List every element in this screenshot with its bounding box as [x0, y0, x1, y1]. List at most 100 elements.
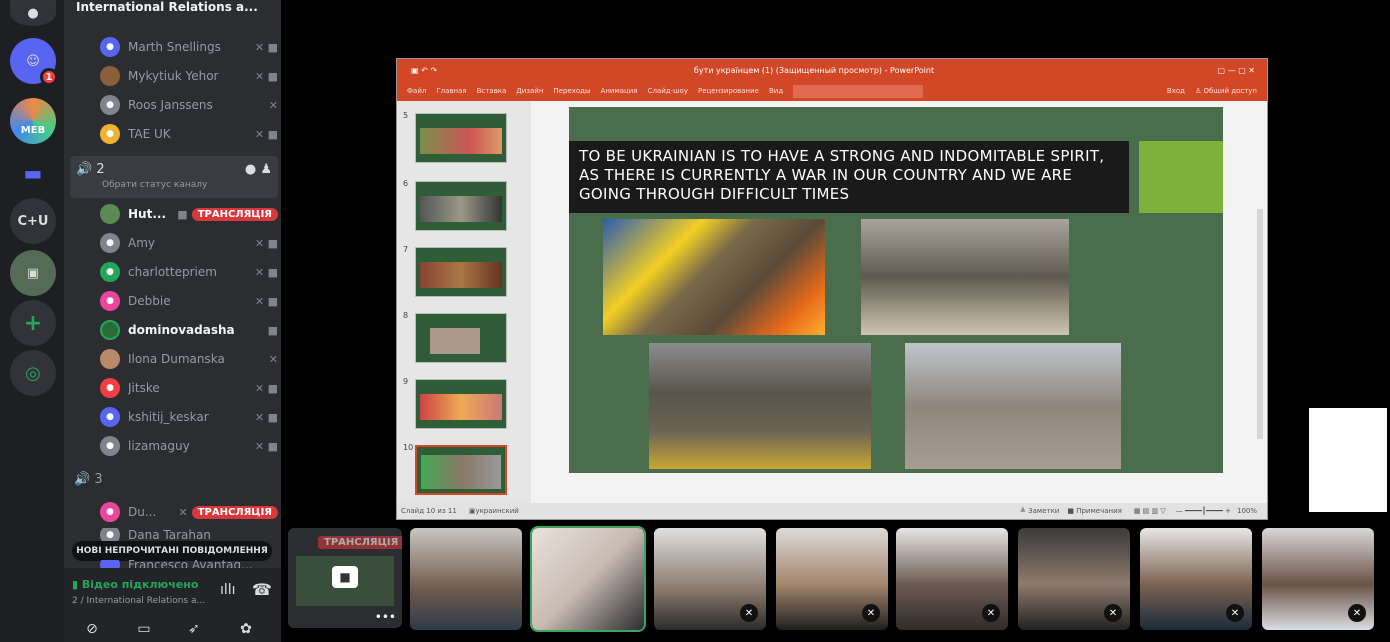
server-name[interactable]: International Relations a...	[64, 0, 281, 16]
voice-user[interactable]: dominovadasha ■	[100, 317, 278, 343]
video-tile[interactable]	[410, 528, 522, 630]
save-icon[interactable]: ▣ ↶ ↷	[411, 66, 471, 75]
mic-muted-icon: ✕	[178, 505, 188, 519]
screen-share-icon[interactable]: ▭	[124, 616, 164, 642]
voice-user[interactable]: ● Marth Snellings ✕ ■	[100, 34, 278, 60]
noise-suppression-icon[interactable]: ıllı	[220, 582, 236, 598]
view-buttons[interactable]: ▦ ▤ ▥ ▽	[1134, 507, 1166, 515]
user-name: Du...	[128, 505, 157, 519]
avatar: ●	[100, 502, 120, 522]
voice-channel-name[interactable]: 2 / International Relations a...	[72, 596, 205, 606]
explore-icon[interactable]: ◎	[10, 350, 56, 396]
voice-user[interactable]: ● Dana Tarahan	[100, 528, 278, 542]
login-link[interactable]: Вход	[1167, 87, 1185, 95]
avatar	[100, 320, 120, 340]
slide-thumbnail[interactable]	[415, 379, 507, 429]
server-avatar-icon[interactable]: ▣	[10, 250, 56, 296]
tell-me-input[interactable]	[793, 84, 924, 98]
voice-user[interactable]: ● Jitske ✕ ■	[100, 375, 278, 401]
unread-badge: 1	[40, 68, 58, 86]
discord-logo-icon[interactable]: ●	[10, 0, 56, 26]
more-options-icon[interactable]: •••	[375, 610, 396, 624]
voice-user[interactable]: ● kshitij_keskar ✕ ■	[100, 404, 278, 430]
video-tile[interactable]: ✕	[896, 528, 1008, 630]
user-name: Amy	[128, 236, 155, 250]
menu-design[interactable]: Дизайн	[516, 87, 543, 95]
share-button[interactable]: ♙ Общий доступ	[1195, 87, 1257, 95]
voice-user[interactable]: Mykytiuk Yehor ✕ ■	[100, 63, 278, 89]
voice-connection-panel: ▮ Відео підключено 2 / International Rel…	[64, 568, 281, 642]
channel-status-hint[interactable]: Обрати статус каналу	[102, 180, 207, 190]
menu-home[interactable]: Главная	[436, 87, 466, 95]
slide-thumbnail[interactable]	[415, 313, 507, 363]
voice-user[interactable]: ● TAE UK ✕ ■	[100, 121, 278, 147]
menu-view[interactable]: Вид	[769, 87, 783, 95]
user-name: TAE UK	[128, 127, 171, 141]
voice-user[interactable]: ● Du... ✕ ТРАНСЛЯЦІЯ	[100, 499, 278, 525]
slide-thumbnail[interactable]	[415, 113, 507, 163]
notes-button[interactable]: ≜ Заметки	[1020, 507, 1059, 515]
voice-user[interactable]: ● Debbie ✕ ■	[100, 288, 278, 314]
video-tile-speaking[interactable]	[530, 526, 646, 632]
current-slide: TO BE UKRAINIAN IS TO HAVE A STRONG AND …	[569, 107, 1223, 473]
camera-icon: ■	[267, 323, 278, 337]
disconnect-icon[interactable]: ☎	[252, 580, 272, 599]
user-name: Debbie	[128, 294, 171, 308]
menu-review[interactable]: Рецензирование	[698, 87, 759, 95]
chat-icon[interactable]: ● ♟	[245, 162, 272, 177]
voice-user[interactable]: Ilona Dumanska ✕	[100, 346, 278, 372]
spellcheck-icon[interactable]: ▣	[469, 507, 476, 515]
video-tile[interactable]: ✕	[654, 528, 766, 630]
avatar: ●	[100, 262, 120, 282]
menu-insert[interactable]: Вставка	[477, 87, 507, 95]
slide-thumbnail-selected[interactable]	[415, 445, 507, 495]
slide-scrollbar[interactable]	[1257, 209, 1263, 439]
voice-channel-2[interactable]: 🔊 2 ● ♟ Обрати статус каналу	[70, 156, 278, 198]
comments-button[interactable]: ■ Примечания	[1067, 507, 1121, 515]
slide-counter: Слайд 10 из 11	[401, 507, 457, 515]
menu-animations[interactable]: Анимация	[601, 87, 638, 95]
window-controls[interactable]: ▢ — ▢ ✕	[1157, 66, 1267, 75]
new-messages-banner[interactable]: НОВІ НЕПРОЧИТАНІ ПОВІДОМЛЕННЯ	[72, 541, 272, 561]
discord-avatar-icon[interactable]: ☺ 1	[10, 38, 58, 86]
avatar	[100, 204, 120, 224]
channel-title: 🔊 2 ● ♟	[76, 162, 280, 177]
stream-preview-tile[interactable]: ТРАНСЛЯЦІЯ ■ •••	[288, 528, 402, 628]
signal-icon: ▮	[72, 578, 82, 591]
folder-icon[interactable]: ▬	[10, 150, 56, 196]
video-tile[interactable]: ✕	[776, 528, 888, 630]
slide-image-tank	[861, 219, 1069, 335]
voice-user[interactable]: ● lizamaguy ✕ ■	[100, 433, 278, 459]
video-tile[interactable]: ✕	[1018, 528, 1130, 630]
video-tile[interactable]: ✕	[1140, 528, 1252, 630]
voice-user[interactable]: ● Roos Janssens ✕	[100, 92, 278, 118]
video-tile[interactable]: ✕	[1262, 528, 1374, 630]
notes-icon: ≜	[1020, 507, 1029, 515]
slide-thumbnails: 5 6 7 8 9 10	[397, 101, 531, 505]
slide-thumbnail[interactable]	[415, 247, 507, 297]
camera-off-icon[interactable]: ⊘	[72, 616, 112, 642]
discord-window: ● ☺ 1 MEB ▬ C+U ▣ + ◎ International Relat…	[0, 0, 1390, 642]
voice-user[interactable]: ● Amy ✕ ■	[100, 230, 278, 256]
voice-user[interactable]: Hut... ■ ТРАНСЛЯЦІЯ	[100, 201, 278, 227]
channel-name: 3	[94, 472, 103, 487]
slide-image-soldiers	[603, 219, 825, 335]
slide-thumbnail[interactable]	[415, 181, 507, 231]
voice-channel-3[interactable]: 🔊 3	[74, 472, 278, 487]
comments-label: Примечания	[1076, 507, 1122, 515]
slide-number: 5	[403, 111, 409, 120]
mic-muted-icon: ✕ ■	[254, 69, 278, 83]
add-server-icon[interactable]: +	[10, 300, 56, 346]
zoom-slider[interactable]: — ━━━━┃━━━━ +	[1176, 507, 1231, 515]
menu-slideshow[interactable]: Слайд-шоу	[648, 87, 688, 95]
menu-file[interactable]: Файл	[407, 87, 426, 95]
voice-user[interactable]: ● charlottepriem ✕ ■	[100, 259, 278, 285]
activity-icon[interactable]: ➶	[174, 616, 214, 642]
slide-headline: TO BE UKRAINIAN IS TO HAVE A STRONG AND …	[569, 141, 1129, 213]
user-name: Hut...	[128, 207, 166, 221]
comments-icon: ■	[1067, 507, 1077, 515]
server-cu[interactable]: C+U	[10, 198, 56, 244]
server-meb[interactable]: MEB	[10, 98, 56, 144]
menu-transitions[interactable]: Переходы	[553, 87, 590, 95]
soundboard-icon[interactable]: ✿	[226, 616, 266, 642]
